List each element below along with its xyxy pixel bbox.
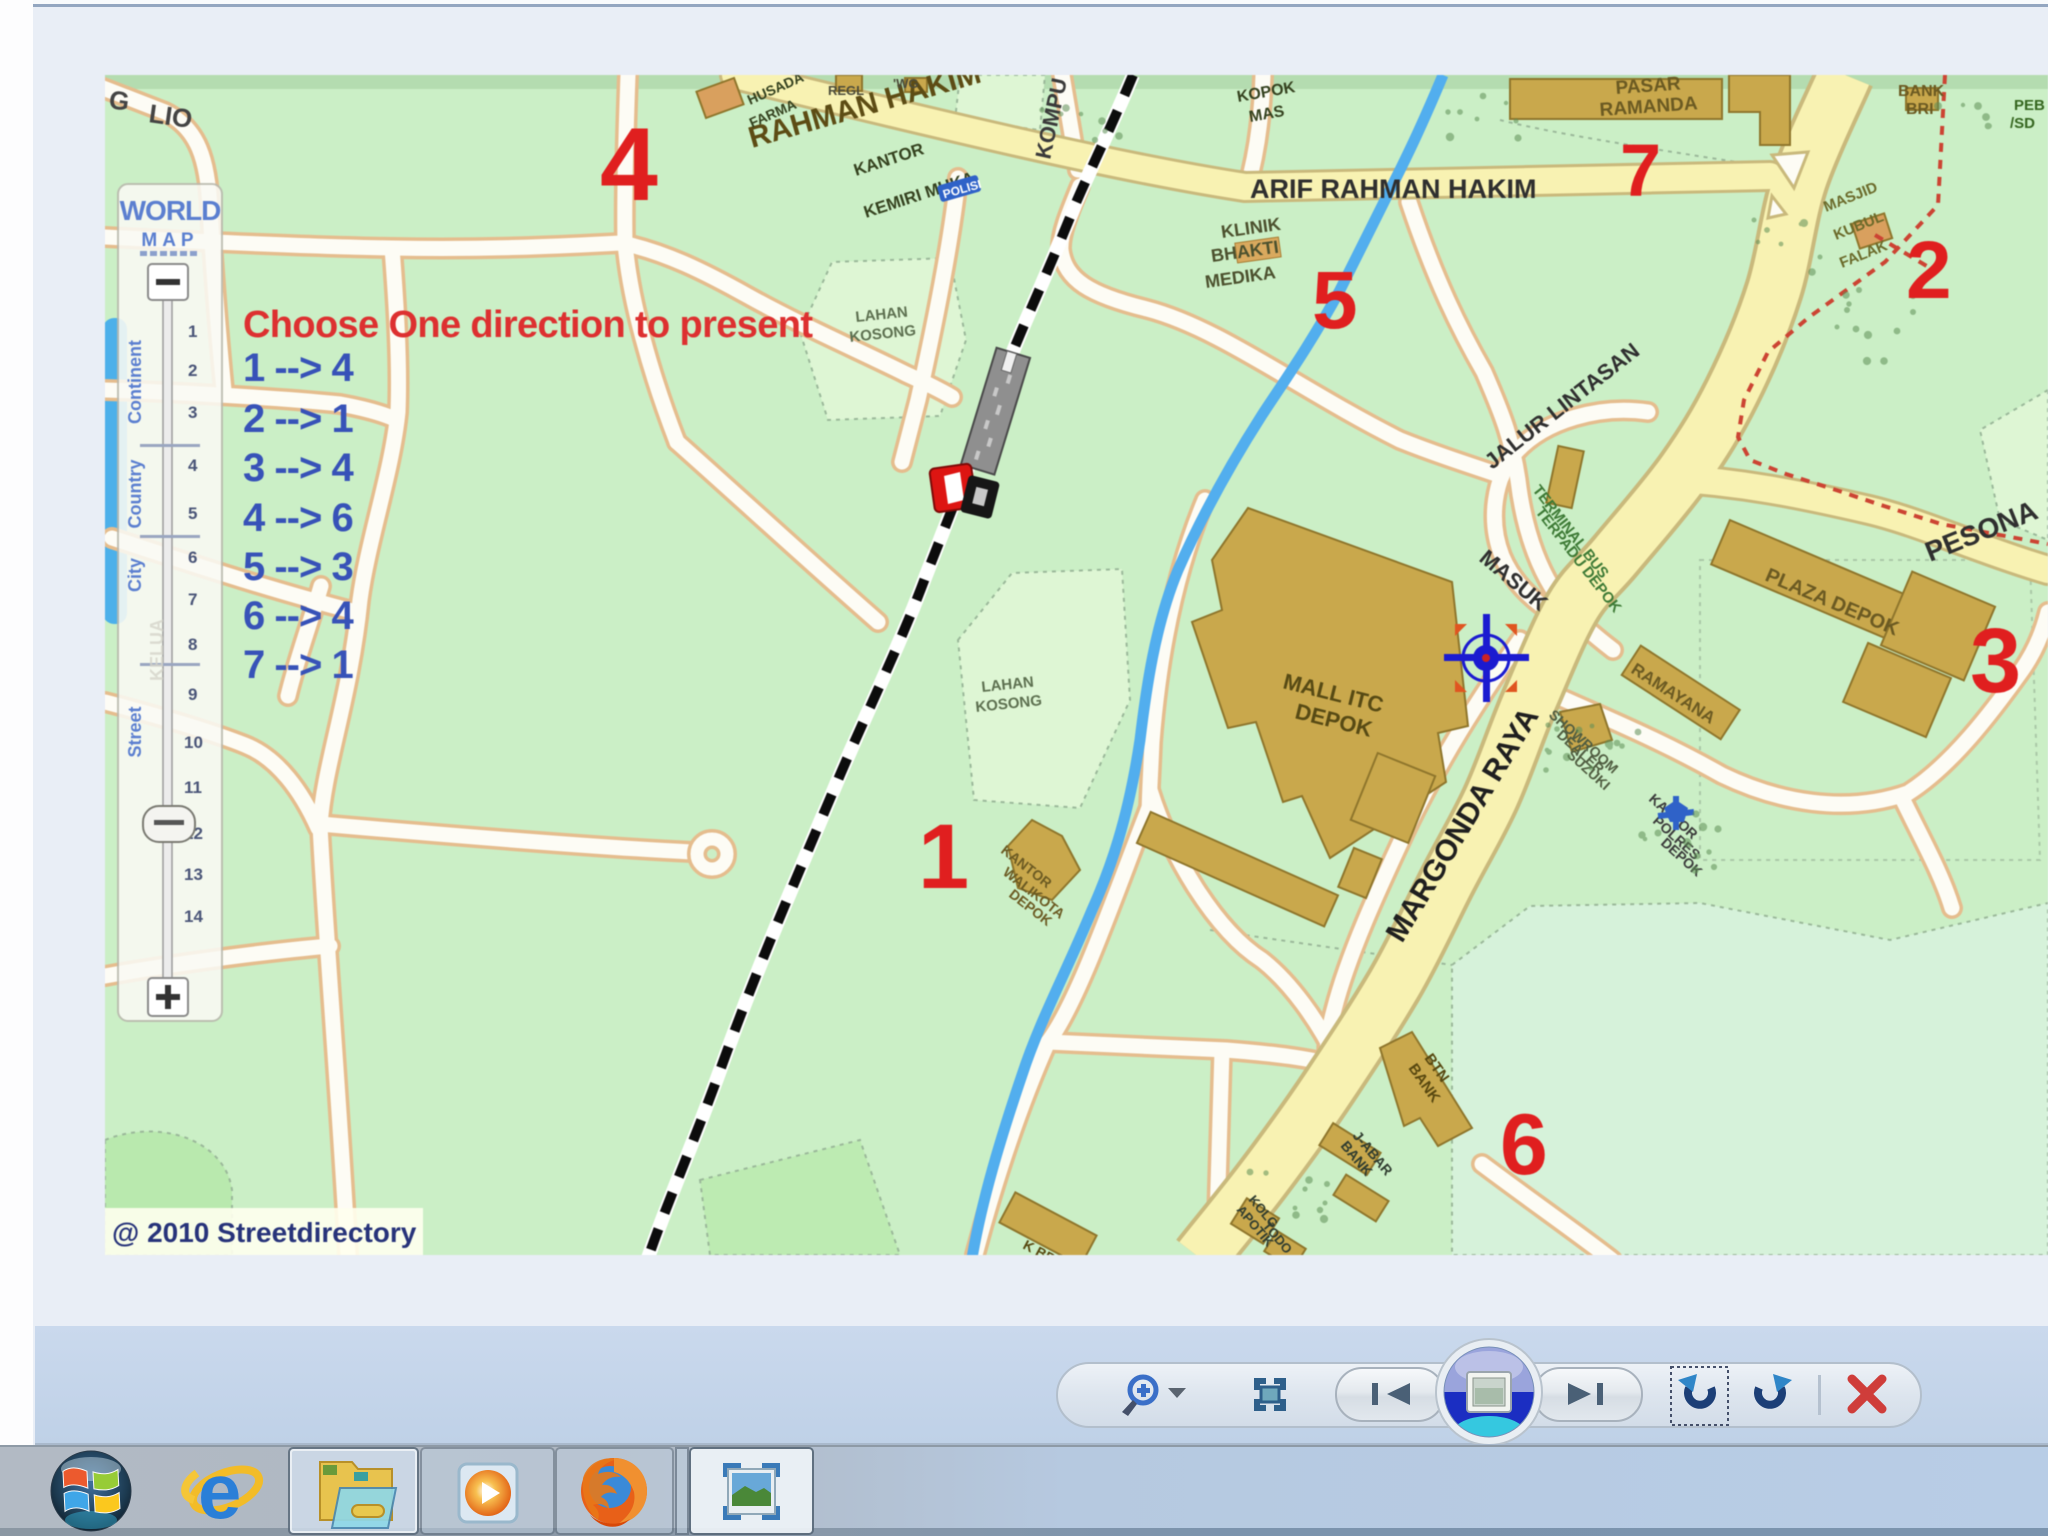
svg-text:4: 4 [188,456,198,475]
svg-text:Street: Street [125,706,145,757]
svg-text:/SD: /SD [2010,115,2035,132]
svg-text:4: 4 [600,107,658,223]
svg-text:2 --> 1: 2 --> 1 [243,397,353,441]
svg-text:Continent: Continent [125,340,145,424]
svg-text:1 --> 4: 1 --> 4 [243,346,354,390]
svg-text:6 --> 4: 6 --> 4 [243,594,354,638]
svg-text:5 --> 3: 5 --> 3 [243,545,353,589]
svg-text:3: 3 [188,403,197,422]
svg-text:14: 14 [184,907,203,926]
svg-text:Choose One direction to presen: Choose One direction to present [243,304,813,346]
svg-text:KELUA: KELUA [147,619,167,681]
svg-text:6: 6 [1500,1097,1548,1193]
svg-text:5: 5 [1312,255,1358,346]
svg-text:WORLD: WORLD [120,195,222,226]
svg-text:7 --> 1: 7 --> 1 [243,643,353,687]
svg-text:10: 10 [184,733,203,752]
svg-text:BRI: BRI [1906,101,1934,118]
svg-text:8: 8 [188,635,197,654]
svg-text:6: 6 [188,548,197,567]
svg-text:4 --> 6: 4 --> 6 [243,496,353,540]
svg-text:7: 7 [1620,129,1661,212]
svg-text:13: 13 [184,865,203,884]
svg-text:1: 1 [918,806,969,908]
svg-text:3: 3 [1970,610,2021,712]
svg-text:REGL: REGL [828,83,864,98]
svg-text:2: 2 [1906,225,1952,316]
svg-text:'WG: 'WG [893,76,918,91]
svg-text:7: 7 [188,590,197,609]
svg-text:9: 9 [188,685,197,704]
svg-text:City: City [125,558,145,592]
svg-text:3 --> 4: 3 --> 4 [243,446,354,490]
svg-text:@ 2010 Streetdirectory: @ 2010 Streetdirectory [112,1217,417,1248]
svg-text:ARIF RAHMAN HAKIM: ARIF RAHMAN HAKIM [1250,174,1536,204]
svg-text:LIO: LIO [147,98,194,134]
svg-text:2: 2 [188,361,197,380]
svg-text:1: 1 [188,322,197,341]
svg-text:G: G [107,84,131,117]
svg-text:11: 11 [184,778,202,797]
svg-text:5: 5 [188,504,197,523]
svg-text:BANK: BANK [1898,83,1945,100]
svg-text:MAP: MAP [141,230,198,251]
svg-text:Country: Country [125,460,145,529]
svg-text:e: e [198,1447,241,1535]
svg-text:PEB: PEB [2014,97,2045,114]
